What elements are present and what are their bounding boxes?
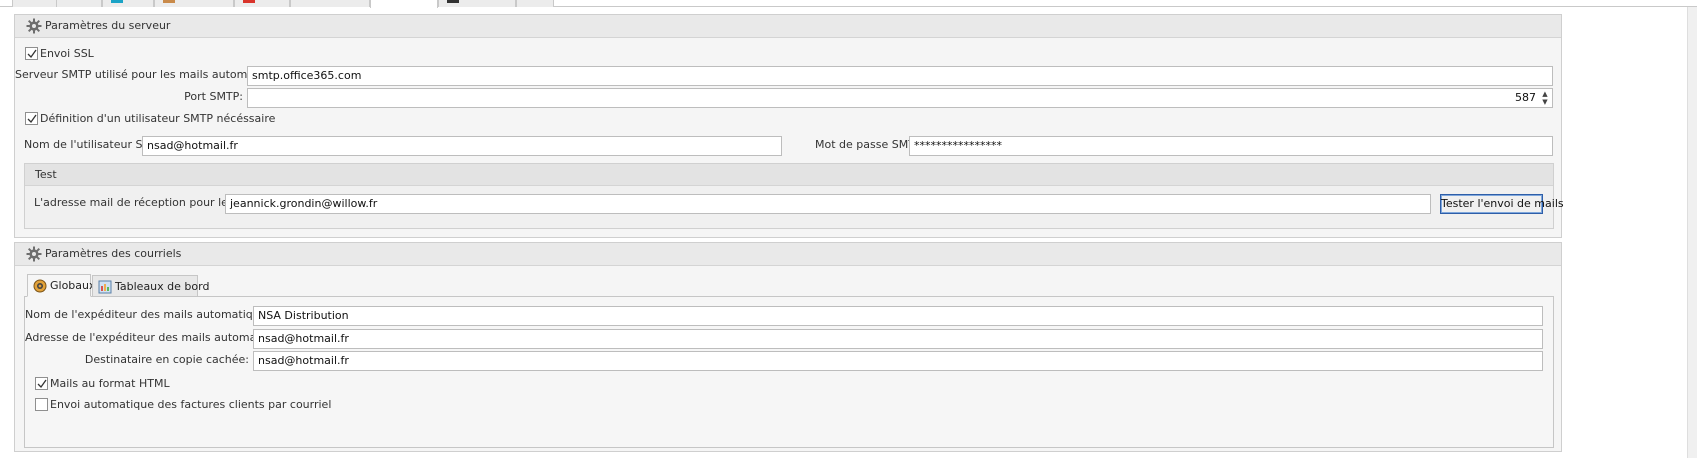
top-tab[interactable] (438, 0, 516, 7)
tab-globaux-label: Globaux (50, 279, 96, 292)
port-label: Port SMTP: (184, 90, 243, 103)
server-settings-group: Paramètres du serveur Envoi SSL Serveur … (14, 14, 1564, 238)
top-tab[interactable] (290, 0, 370, 7)
top-tab-strip (0, 0, 1697, 8)
smtp-server-input[interactable]: smtp.office365.com (247, 66, 1553, 86)
mail-settings-group: Paramètres des courriels Nom de l'expédi… (14, 242, 1562, 452)
test-group: Test L'adresse mail de réception pour le… (24, 163, 1564, 229)
top-tab[interactable] (12, 0, 57, 7)
test-group-header: Test (25, 164, 1553, 186)
port-spinner[interactable]: 587 ▲ ▼ (247, 88, 1553, 108)
check-icon (27, 114, 37, 124)
gear-icon (26, 18, 42, 34)
tab-globaux[interactable]: Globaux (27, 274, 96, 297)
smtp-password-input[interactable]: **************** (909, 136, 1553, 156)
ssl-checkbox[interactable] (25, 47, 38, 60)
sender-name-input[interactable]: NSA Distribution (253, 306, 1543, 326)
smtp-user-input[interactable]: nsad@hotmail.fr (142, 136, 782, 156)
dashboard-icon (98, 280, 112, 294)
top-tab-active[interactable] (370, 0, 438, 8)
spin-up-icon[interactable]: ▲ (1541, 91, 1549, 98)
vertical-scrollbar[interactable] (1687, 7, 1697, 458)
sender-address-label: Adresse de l'expéditeur des mails automa… (25, 331, 294, 344)
test-address-input[interactable]: jeannick.grondin@willow.fr (225, 194, 1431, 214)
test-group-title: Test (35, 168, 57, 181)
auto-invoice-checkbox[interactable] (35, 398, 48, 411)
smtp-auth-label: Définition d'un utilisateur SMTP nécéssa… (40, 112, 276, 125)
test-send-button[interactable]: Tester l'envoi de mails (1440, 194, 1564, 214)
smtp-auth-checkbox[interactable] (25, 112, 38, 125)
sender-address-input[interactable]: nsad@hotmail.fr (253, 329, 1543, 349)
tab-icon (163, 0, 175, 3)
tab-icon (111, 0, 123, 3)
tab-icon (447, 0, 459, 3)
ssl-label: Envoi SSL (40, 47, 94, 60)
port-value: 587 (1515, 91, 1536, 104)
spin-down-icon[interactable]: ▼ (1541, 99, 1549, 106)
tab-tableaux-label: Tableaux de bord (115, 280, 210, 293)
sender-name-label: Nom de l'expéditeur des mails automatiqu… (25, 308, 276, 321)
smtp-server-label: Serveur SMTP utilisé pour les mails auto… (15, 68, 292, 81)
mail-settings-header: Paramètres des courriels (15, 243, 1561, 266)
check-icon (27, 49, 37, 59)
top-tab[interactable] (516, 0, 554, 7)
html-format-checkbox[interactable] (35, 377, 48, 390)
mail-settings-title: Paramètres des courriels (45, 247, 182, 260)
gear-icon (26, 246, 42, 262)
bcc-input[interactable]: nsad@hotmail.fr (253, 351, 1543, 371)
server-settings-header: Paramètres du serveur (15, 15, 1561, 38)
top-tab[interactable] (102, 0, 154, 7)
auto-invoice-label: Envoi automatique des factures clients p… (50, 398, 332, 411)
tab-tableaux-de-bord[interactable]: Tableaux de bord (92, 275, 209, 297)
top-tab[interactable] (56, 0, 102, 7)
mail-tab-body: Nom de l'expéditeur des mails automatiqu… (24, 296, 1554, 448)
bcc-label: Destinataire en copie cachée: (84, 353, 249, 366)
html-format-label: Mails au format HTML (50, 377, 170, 390)
top-tab[interactable] (154, 0, 234, 7)
tab-icon (243, 0, 255, 3)
check-icon (37, 379, 47, 389)
top-tab[interactable] (234, 0, 290, 7)
server-settings-title: Paramètres du serveur (45, 19, 171, 32)
globe-icon (33, 279, 47, 293)
